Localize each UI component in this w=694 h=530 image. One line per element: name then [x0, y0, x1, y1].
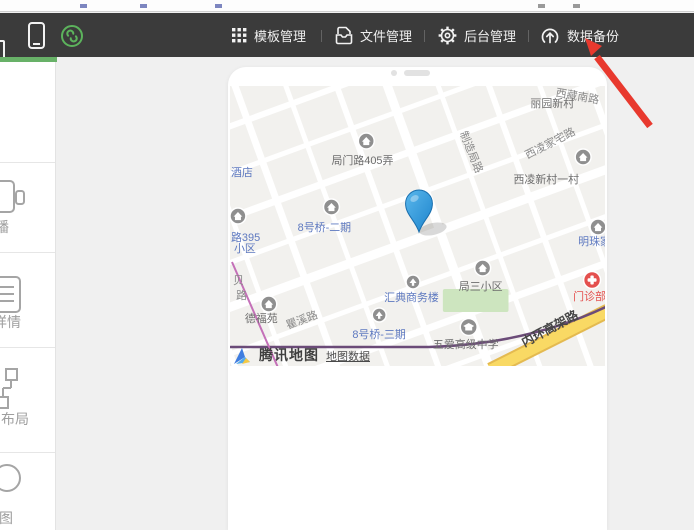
- link-icon[interactable]: [59, 23, 85, 49]
- sidebar-item-carousel[interactable]: 播: [0, 162, 56, 252]
- map-pin-icon: [0, 460, 30, 506]
- map-label: 小区: [234, 242, 256, 255]
- map-label: 8号桥-三期: [352, 328, 406, 341]
- map-label: 明珠家: [578, 234, 605, 248]
- sidebar-item-label: 详情: [0, 312, 21, 332]
- top-toolbar: 模板管理 文件管理: [0, 13, 694, 57]
- school-icon: [460, 319, 477, 336]
- menu-label: 模板管理: [254, 26, 306, 45]
- sidebar-item-label: 布局: [1, 409, 29, 429]
- map-brand[interactable]: 腾讯地图: [259, 345, 319, 365]
- clipped-bookmark-mark: [140, 4, 147, 8]
- map-data-link[interactable]: 地图数据: [326, 348, 370, 365]
- phone-camera-dot: [391, 70, 397, 76]
- grid-icon: [232, 28, 247, 43]
- map-attribution: 腾讯地图 地图数据: [233, 345, 370, 365]
- tencent-maps-logo[interactable]: [233, 348, 252, 365]
- clipped-bookmark-mark: [538, 4, 545, 8]
- map-component[interactable]: 西藏南路丽园新村制造局路西凌家宅路西凌新村一村局门路405弄酒店8号桥-二期路3…: [230, 86, 605, 366]
- map-label: 8号桥-二期: [298, 221, 352, 234]
- carousel-icon: [0, 176, 30, 220]
- menu-label: 文件管理: [360, 26, 412, 45]
- house-icon: [575, 149, 591, 165]
- house-icon: [475, 260, 491, 276]
- house-icon: [261, 296, 277, 312]
- clinic-icon: [584, 272, 601, 289]
- sidebar-item-label: 播: [0, 217, 9, 237]
- phone-preview: 西藏南路丽园新村制造局路西凌家宅路西凌新村一村局门路405弄酒店8号桥-二期路3…: [228, 67, 607, 530]
- toolbar-divider: [321, 30, 322, 42]
- file-icon: [335, 26, 353, 45]
- sidebar-item-map[interactable]: 图: [0, 452, 56, 530]
- menu-data-backup[interactable]: 数据备份: [540, 13, 619, 57]
- toolbar-divider: [528, 30, 529, 42]
- menu-file-manage[interactable]: 文件管理: [335, 13, 412, 57]
- phone-icon[interactable]: [27, 21, 47, 51]
- building-icon: [406, 275, 420, 289]
- map-label: 西凌新村一村: [513, 172, 579, 186]
- menu-label: 数据备份: [567, 26, 619, 45]
- cloud-upload-icon: [540, 26, 560, 45]
- app-screen: 模板管理 文件管理: [0, 0, 694, 530]
- map-label: 德福苑: [245, 311, 278, 325]
- phone-speaker: [404, 70, 430, 76]
- map-label: 丽园新村: [530, 96, 574, 110]
- clipped-bookmark-mark: [215, 4, 222, 8]
- sidebar-item-label: 图: [0, 508, 13, 528]
- clipped-bookmark-mark: [573, 4, 580, 8]
- menu-backend-manage[interactable]: 后台管理: [438, 13, 516, 57]
- house-icon: [230, 208, 246, 224]
- browser-chrome-strip: [0, 0, 694, 12]
- menu-label: 后台管理: [464, 26, 516, 45]
- gear-icon: [438, 26, 457, 45]
- building-icon: [372, 308, 386, 322]
- toolbar-divider: [424, 30, 425, 42]
- clipped-bookmark-mark: [80, 4, 87, 8]
- sidebar-item-detail[interactable]: 详情: [0, 252, 56, 347]
- house-icon: [358, 133, 374, 149]
- menu-template-manage[interactable]: 模板管理: [232, 13, 306, 57]
- map-label: 汇典商务楼: [384, 290, 439, 304]
- house-icon: [324, 199, 340, 215]
- component-sidebar: 播 详情 布局: [0, 62, 56, 530]
- map-label: 路: [236, 289, 247, 302]
- sidebar-item-layout[interactable]: 布局: [0, 347, 56, 452]
- house-icon: [590, 219, 605, 235]
- map-label: 门诊部: [573, 289, 605, 303]
- layout-icon: [0, 367, 30, 413]
- map-label: 局三小区: [459, 280, 503, 293]
- map-label: 贝: [233, 275, 244, 287]
- map-label: 酒店: [231, 165, 253, 179]
- map-label: 局门路405弄: [331, 153, 393, 167]
- map-label: 五爱高级中学: [433, 337, 499, 351]
